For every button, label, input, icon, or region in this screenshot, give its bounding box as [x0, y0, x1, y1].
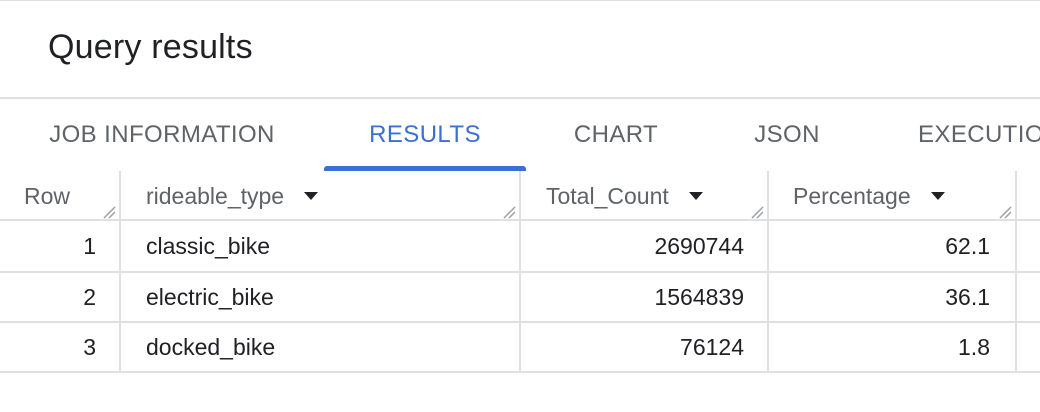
- rideable-type-cell: docked_bike: [146, 333, 276, 360]
- results-table: Row rideable_type Total_Count Percentage…: [0, 171, 1040, 373]
- percentage-cell: 62.1: [945, 232, 990, 259]
- percentage-cell: 36.1: [945, 283, 990, 310]
- rideable-type-cell: classic_bike: [146, 232, 270, 259]
- column-header-total-count[interactable]: Total_Count: [546, 171, 756, 221]
- column-header-label: Total_Count: [546, 182, 669, 209]
- column-header-row: Row: [24, 171, 104, 221]
- tab-chart[interactable]: CHART: [552, 99, 680, 171]
- total-count-cell: 2690744: [654, 232, 744, 259]
- sort-dropdown-icon[interactable]: [688, 192, 703, 200]
- percentage-cell: 1.8: [958, 333, 990, 360]
- total-count-cell: 76124: [680, 333, 744, 360]
- column-header-label: Row: [24, 182, 71, 209]
- total-count-cell: 1564839: [654, 283, 744, 310]
- rideable-type-cell: electric_bike: [146, 283, 274, 310]
- sort-dropdown-icon[interactable]: [930, 192, 945, 200]
- column-header-label: rideable_type: [146, 182, 285, 209]
- column-resize-handle-icon[interactable]: [750, 205, 764, 219]
- page-title: Query results: [48, 28, 253, 66]
- row-number-cell: 3: [83, 333, 96, 360]
- column-header-label: Percentage: [793, 182, 911, 209]
- tab-results[interactable]: RESULTS: [324, 99, 526, 171]
- top-border: [0, 0, 1040, 1]
- row-number-cell: 1: [83, 232, 96, 259]
- sort-dropdown-icon[interactable]: [304, 192, 319, 200]
- tab-job-information[interactable]: JOB INFORMATION: [48, 99, 276, 171]
- row-number-cell: 2: [83, 283, 96, 310]
- column-header-percentage[interactable]: Percentage: [793, 171, 1003, 221]
- column-resize-handle-icon[interactable]: [102, 205, 116, 219]
- column-resize-handle-icon[interactable]: [998, 205, 1012, 219]
- tab-json[interactable]: JSON: [730, 99, 844, 171]
- column-header-rideable-type[interactable]: rideable_type: [146, 171, 506, 221]
- tab-execution-details[interactable]: EXECUTION DETAILS: [918, 99, 1040, 171]
- column-resize-handle-icon[interactable]: [502, 205, 516, 219]
- tab-bar: JOB INFORMATION RESULTS CHART JSON EXECU…: [0, 99, 1040, 171]
